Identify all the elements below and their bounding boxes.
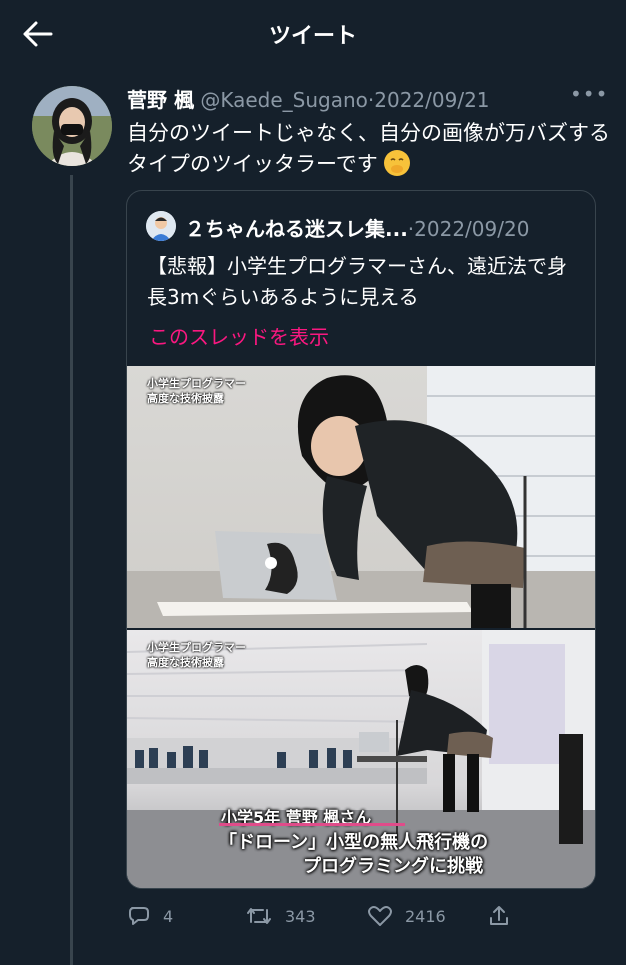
share-icon [490,906,508,925]
retweet-button[interactable]: 343 [245,900,316,932]
share-button[interactable] [487,900,511,932]
show-thread-link[interactable]: このスレッドを表示 [149,321,329,350]
hand-over-mouth-emoji-icon [384,150,411,176]
tweet-text-body: 自分のツイートじゃなく、自分の画像が万バズするタイプのツイッタラーです [127,121,610,176]
reply-button[interactable]: 4 [127,900,173,932]
tweet-actions: 4 343 2416 [127,900,597,932]
caption-bottom-line: 小学生プログラマー [147,641,246,654]
tweet-text: 自分のツイートじゃなく、自分の画像が万バズするタイプのツイッタラーです [127,118,617,180]
media-photo-top: 小学生プログラマー 高度な技術披露 [127,366,595,628]
caption-top-line: 高度な技術披露 [147,392,224,405]
like-count: 2416 [405,906,446,926]
tweet-date[interactable]: 2022/09/21 [374,88,489,112]
quoted-avatar [146,211,176,241]
quoted-tweet[interactable]: ２ちゃんねる迷スレ集...·2022/09/20 【悲報】小学生プログラマーさん… [126,190,596,889]
user-name[interactable]: 菅野 楓 [127,88,194,112]
thread-line [70,175,73,965]
top-bar: ツイート [0,0,626,68]
retweet-icon [247,908,271,924]
more-options-icon[interactable]: ••• [570,82,608,106]
caption-bottom-line: 高度な技術披露 [147,656,224,669]
retweet-count: 343 [285,906,316,926]
page-title: ツイート [268,24,357,49]
subtitle-line-2: プログラミングに挑戦 [303,856,483,877]
caption-bottom: 小学生プログラマー 高度な技術披露 [147,640,246,670]
caption-top-line: 小学生プログラマー [147,377,246,390]
quoted-date: 2022/09/20 [414,217,530,241]
reply-icon [129,907,149,925]
user-handle[interactable]: @Kaede_Sugano [200,88,368,112]
caption-top: 小学生プログラマー 高度な技術披露 [147,376,246,406]
tweet-header: 菅野 楓 @Kaede_Sugano·2022/09/21 [127,84,490,113]
like-button[interactable]: 2416 [367,900,446,932]
reply-count: 4 [163,906,174,926]
subtitle-underline [219,823,405,826]
media-photo-bottom: 小学生プログラマー 高度な技術披露 小学5年 菅野 楓さん 「ドローン」小型の無… [127,630,595,888]
heart-icon [368,906,392,926]
subtitle-line-1: 「ドローン」小型の無人飛行機の [219,832,489,853]
quoted-text: 【悲報】小学生プログラマーさん、遠近法で身長3mぐらいあるように見える [147,254,567,309]
quoted-media[interactable]: 小学生プログラマー 高度な技術披露 小学生プログラマー 高度な技術披露 小学5年… [127,366,595,888]
quoted-user-name: ２ちゃんねる迷スレ集... [185,217,408,241]
avatar[interactable] [32,86,112,166]
quoted-header: ２ちゃんねる迷スレ集...·2022/09/20 [185,213,529,242]
